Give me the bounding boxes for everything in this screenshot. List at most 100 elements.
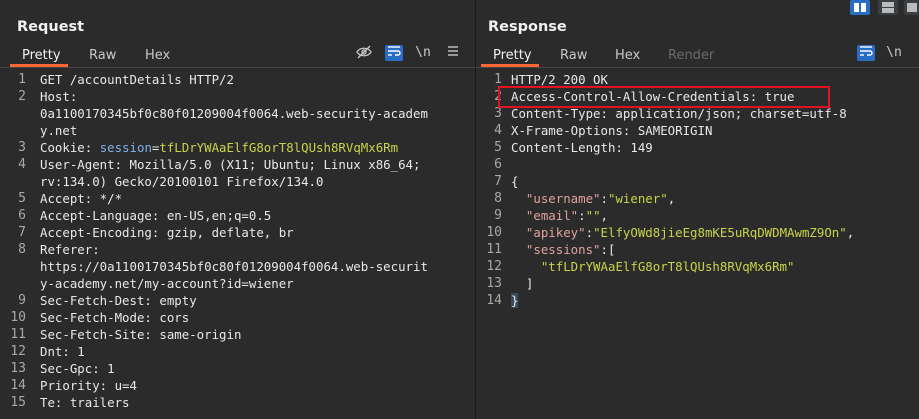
newline-toggle[interactable]: \n (414, 45, 432, 61)
code-token: Accept: */* (40, 191, 123, 206)
line-number: 12 (10, 344, 26, 359)
line-number: 9 (494, 208, 502, 223)
code-line: 0a1100170345bf0c80f01209004f0064.web-sec… (40, 105, 428, 122)
line-number: 9 (18, 293, 26, 308)
code-line: y-academy.net/my-account?id=wiener (40, 275, 294, 292)
line-number: 14 (486, 293, 502, 308)
line-number: 13 (10, 361, 26, 376)
line-number: 1 (18, 72, 26, 87)
line-number: 15 (10, 395, 26, 410)
code-line: "apikey":"ElfyOWd8jieEg8mKE5uRqDWDMAwmZ9… (511, 224, 854, 241)
code-line: Accept: */* (40, 190, 122, 207)
code-token: Content-Length: 149 (511, 140, 653, 155)
code-line: Sec-Fetch-Mode: cors (40, 309, 189, 326)
line-number: 13 (486, 276, 502, 291)
code-token: , (667, 191, 676, 206)
line-number: 4 (18, 157, 26, 172)
code-line: ] (511, 275, 533, 292)
code-line: Te: trailers (40, 394, 130, 411)
eye-off-icon[interactable] (355, 45, 373, 61)
code-line: y.net (40, 122, 77, 139)
request-tab-pretty[interactable]: Pretty (22, 48, 61, 63)
code-line: Referer: (40, 241, 100, 258)
code-token: y.net (40, 123, 78, 138)
code-line: Accept-Language: en-US,en;q=0.5 (40, 207, 271, 224)
code-token: Cookie: (40, 140, 100, 155)
code-token: "username" (525, 191, 601, 206)
code-line: Accept-Encoding: gzip, deflate, br (40, 224, 294, 241)
code-line: "username":"wiener", (511, 190, 675, 207)
code-line: Cookie: session=tfLDrYWAaElfG8orT8lQUsh8… (40, 139, 398, 156)
active-tab-indicator (481, 64, 539, 67)
line-number: 6 (494, 157, 502, 172)
code-token: Sec-Gpc: 1 (40, 361, 115, 376)
line-number: 11 (486, 242, 502, 257)
code-line: { (511, 173, 518, 190)
code-token: "tfLDrYWAaElfG8orT8lQUsh8RVqMx6Rm" (540, 259, 795, 274)
response-tabs: Pretty Raw Hex Render (476, 42, 919, 68)
line-number: 10 (10, 310, 26, 325)
wrap-icon[interactable] (385, 45, 403, 61)
code-token: :[ (600, 242, 616, 257)
code-token: Te: trailers (40, 395, 130, 410)
response-tab-pretty[interactable]: Pretty (493, 48, 532, 63)
code-token: HTTP/2 200 OK (511, 72, 608, 87)
code-token: User-Agent: Mozilla/5.0 (X11; Ubuntu; Li… (40, 157, 421, 172)
code-line: https://0a1100170345bf0c80f01209004f0064… (40, 258, 428, 275)
code-token: X-Frame-Options: SAMEORIGIN (511, 123, 713, 138)
code-token: rv:134.0) Gecko/20100101 Firefox/134.0 (40, 174, 324, 189)
code-line: "email":"", (511, 207, 608, 224)
code-token: Dnt: 1 (40, 344, 85, 359)
request-tab-raw[interactable]: Raw (89, 48, 116, 63)
code-token: Content-Type: application/json; charset=… (511, 106, 847, 121)
line-number: 7 (494, 174, 502, 189)
code-line: Sec-Fetch-Dest: empty (40, 292, 197, 309)
code-line: Dnt: 1 (40, 343, 85, 360)
split-horizontal-icon[interactable] (850, 0, 870, 15)
code-token: "wiener" (608, 191, 668, 206)
code-line: } (511, 292, 519, 309)
split-vertical-icon[interactable] (878, 0, 898, 15)
newline-toggle[interactable]: \n (885, 45, 903, 61)
response-tab-render[interactable]: Render (668, 48, 714, 63)
code-token: 0a1100170345bf0c80f01209004f0064.web-sec… (40, 106, 428, 121)
menu-icon[interactable] (444, 45, 462, 61)
request-pane: Request Pretty Raw Hex \n 1 GET /accountD… (0, 0, 476, 419)
code-token: Host: (40, 89, 78, 104)
request-tabs: Pretty Raw Hex (0, 42, 475, 68)
single-pane-icon[interactable] (904, 0, 919, 15)
wrap-icon[interactable] (857, 45, 875, 61)
code-line: Content-Length: 149 (511, 139, 653, 156)
code-token: "apikey" (525, 225, 586, 240)
response-tab-hex[interactable]: Hex (615, 48, 640, 63)
code-token: "ElfyOWd8jieEg8mKE5uRqDWDMAwmZ9On" (593, 225, 847, 240)
line-number: 3 (18, 140, 26, 155)
code-line: Priority: u=4 (40, 377, 137, 394)
code-token: "" (585, 208, 601, 223)
line-number: 14 (10, 378, 26, 393)
response-tab-raw[interactable]: Raw (560, 48, 587, 63)
response-title: Response (488, 19, 567, 35)
line-number: 11 (10, 327, 26, 342)
code-line: Host: (40, 88, 77, 105)
request-tab-hex[interactable]: Hex (145, 48, 170, 63)
code-token: y-academy.net/my-account?id=wiener (40, 276, 294, 291)
response-pane: Response Pretty Raw Hex Render \n 1 HTTP/… (476, 0, 919, 419)
code-token: "sessions" (525, 242, 601, 257)
active-tab-indicator (10, 64, 68, 67)
code-token: tfLDrYWAaElfG8orT8lQUsh8RVqMx6Rm (159, 140, 399, 155)
line-number: 8 (494, 191, 502, 206)
code-line: "sessions":[ (511, 241, 616, 258)
code-token: : (585, 225, 594, 240)
request-title: Request (17, 19, 85, 35)
code-token: , (846, 225, 855, 240)
code-line: Sec-Gpc: 1 (40, 360, 115, 377)
code-token: : (600, 191, 608, 206)
line-number: 6 (18, 208, 26, 223)
line-number: 5 (494, 140, 502, 155)
